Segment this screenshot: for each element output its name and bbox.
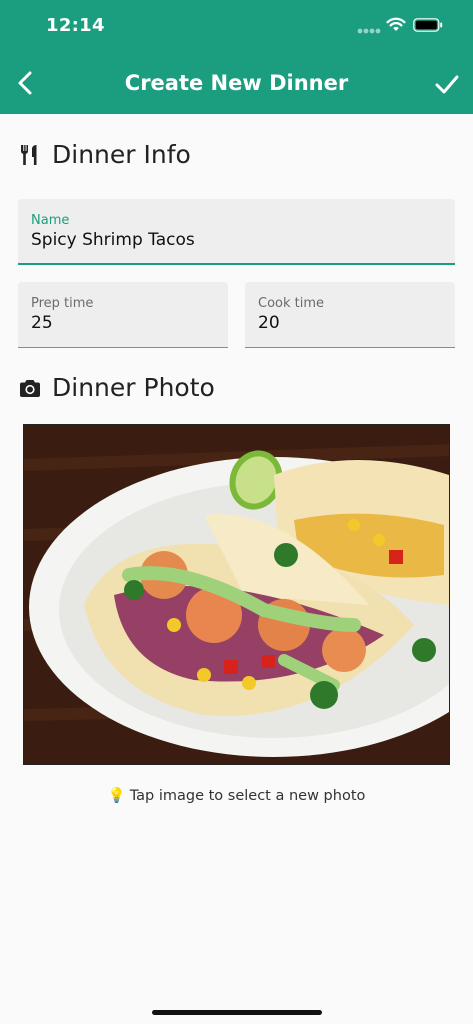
cellular-signal-icon xyxy=(357,28,381,34)
dinner-info-title: Dinner Info xyxy=(52,140,191,169)
page-title: Create New Dinner xyxy=(124,71,349,95)
dinner-photo[interactable] xyxy=(23,424,450,765)
save-button[interactable] xyxy=(433,70,461,98)
name-field-label: Name xyxy=(31,213,70,228)
photo-hint-text: Tap image to select a new photo xyxy=(129,788,366,804)
utensils-icon xyxy=(20,144,37,165)
dinner-info-heading: Dinner Info xyxy=(18,140,191,169)
dinner-photo-title: Dinner Photo xyxy=(52,373,215,402)
cook-time-value[interactable]: 20 xyxy=(258,313,280,333)
wifi-icon xyxy=(386,17,406,31)
battery-icon xyxy=(413,18,443,32)
home-indicator[interactable] xyxy=(152,1010,322,1015)
dinner-photo-heading: Dinner Photo xyxy=(18,373,215,402)
prep-time-label: Prep time xyxy=(31,296,94,311)
prep-time-value[interactable]: 25 xyxy=(31,313,53,333)
cook-time-field[interactable]: Cook time 20 xyxy=(245,282,455,348)
prep-time-field[interactable]: Prep time 25 xyxy=(18,282,228,348)
app-bar: 12:14 Create New Dinner xyxy=(0,0,473,114)
name-field[interactable]: Name Spicy Shrimp Tacos xyxy=(18,199,455,265)
status-time: 12:14 xyxy=(46,15,105,36)
camera-icon xyxy=(20,379,40,397)
photo-hint: 💡 Tap image to select a new photo xyxy=(0,787,473,804)
lightbulb-icon: 💡 xyxy=(107,788,126,804)
tacos-image xyxy=(24,425,449,764)
name-field-value[interactable]: Spicy Shrimp Tacos xyxy=(31,230,195,250)
cook-time-label: Cook time xyxy=(258,296,325,311)
